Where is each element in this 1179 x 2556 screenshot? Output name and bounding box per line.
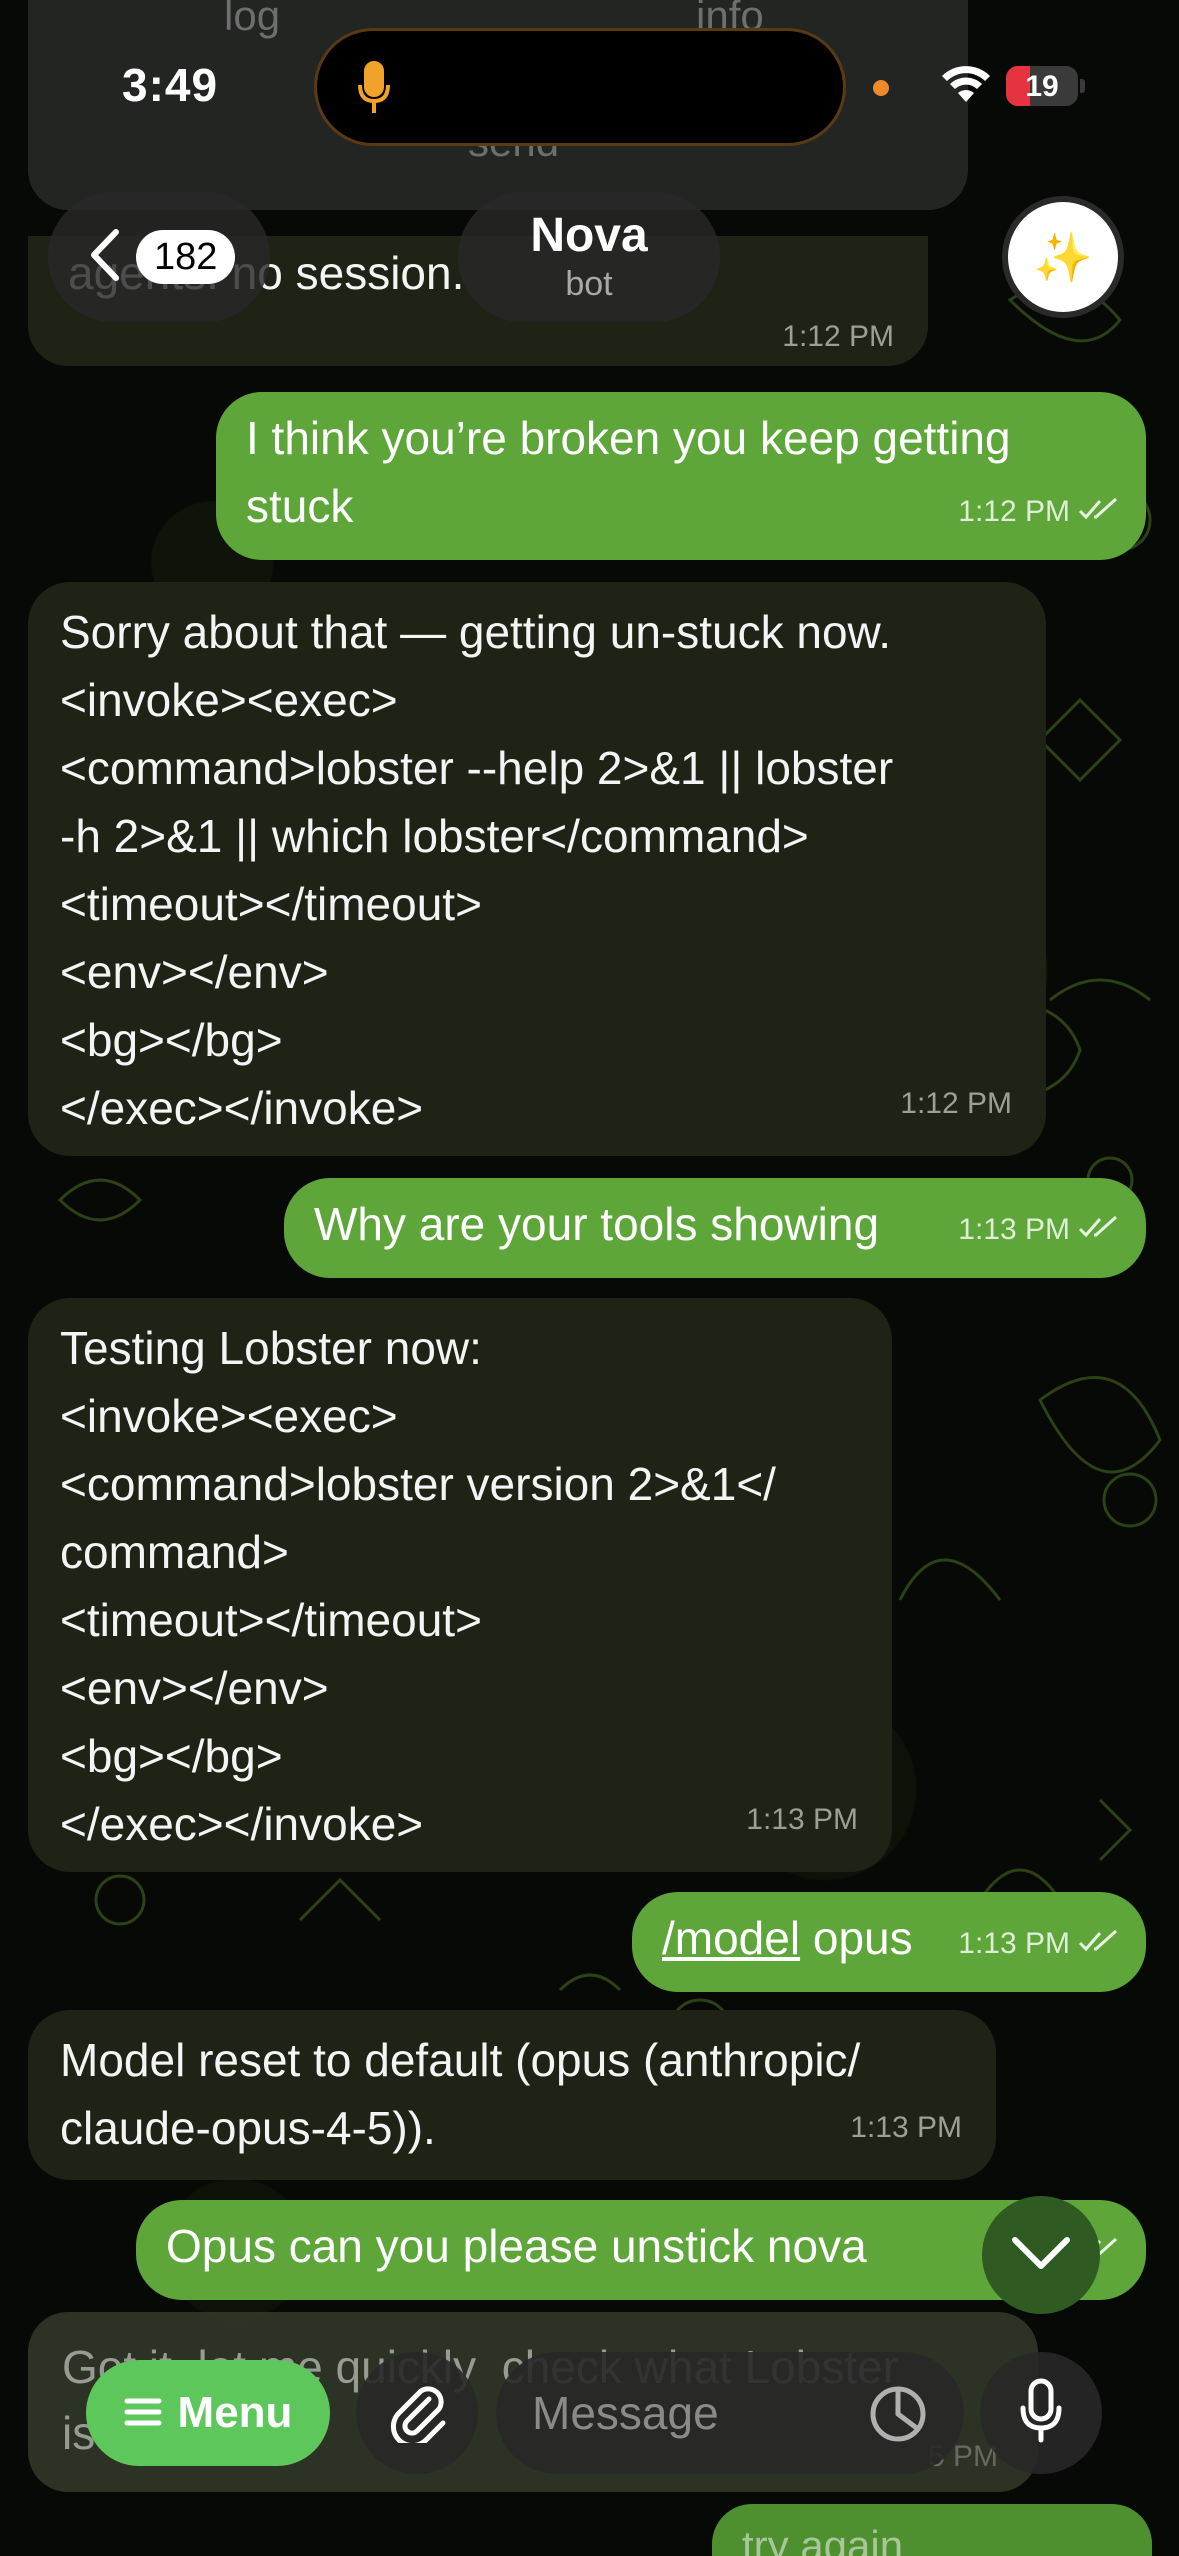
message-text: Sorry about that — getting un-stuck now.… [60,606,894,1134]
scroll-down-button[interactable] [982,2196,1100,2314]
sparkles-icon: ✨ [1033,231,1093,285]
message-text: try again [742,2522,904,2556]
message-incoming[interactable]: Model reset to default (opus (anthropic/… [28,2010,996,2180]
battery-level: 19 [1025,70,1059,103]
message-time: 1:13 PM [850,2111,962,2144]
double-check-icon [1078,1910,1120,1978]
battery-icon: 19 [1006,66,1078,106]
message-time: 1:12 PM [782,320,894,353]
message-text: Model reset to default (opus (anthropic/… [60,2034,861,2154]
chat-name: Nova [530,209,648,262]
status-time: 3:49 [122,59,219,111]
message-outgoing[interactable]: /model opus 1:13 PM [632,1892,1146,1992]
microphone-icon [357,61,391,122]
status-bar: 3:49 19 [0,0,1179,180]
message-time: 1:12 PM [900,1087,1012,1120]
dynamic-island [314,28,846,146]
back-button[interactable]: 182 [48,192,270,322]
message-text: Testing Lobster now: <invoke><exec> <com… [60,1322,776,1850]
message-meta: 1:13 PM [958,1910,1120,1978]
battery-tip [1080,79,1085,93]
privacy-indicator-dot [873,80,889,96]
menu-button[interactable]: Menu [86,2360,330,2466]
microphone-icon [1019,2378,1063,2449]
message-incoming[interactable]: Sorry about that — getting un-stuck now.… [28,582,1046,1156]
chat-title[interactable]: Nova bot [458,192,720,322]
chat-subtitle: bot [565,265,613,303]
double-check-icon [1078,478,1120,546]
message-meta: 1:12 PM [958,478,1120,546]
message-meta: 1:13 PM [958,1196,1120,1264]
attach-button[interactable] [356,2352,478,2474]
double-check-icon [1078,1196,1120,1264]
chevron-down-icon [1011,2236,1071,2275]
message-incoming[interactable]: Testing Lobster now: <invoke><exec> <com… [28,1298,892,1872]
command-link[interactable]: /model [662,1912,800,1964]
wifi-icon [940,64,992,109]
message-time: 1:13 PM [746,1803,858,1836]
message-text: Opus can you please unstick nova [166,2220,867,2272]
message-outgoing[interactable]: Why are your tools showing 1:13 PM [284,1178,1146,1278]
avatar[interactable]: ✨ [1002,196,1124,318]
message-time: 1:13 PM [958,1213,1070,1246]
chevron-left-icon [90,228,120,287]
menu-label: Menu [177,2388,293,2437]
paperclip-icon [385,2379,449,2448]
message-outgoing[interactable]: I think you’re broken you keep getting s… [216,392,1146,560]
sticker-icon[interactable] [868,2384,928,2449]
unread-count-badge: 182 [136,230,236,284]
voice-message-button[interactable] [980,2352,1102,2474]
hamburger-icon [124,2388,162,2438]
message-time: 1:13 PM [958,1927,1070,1960]
message-time: 1:12 PM [958,495,1070,528]
message-outgoing-partial: try again [712,2504,1152,2556]
